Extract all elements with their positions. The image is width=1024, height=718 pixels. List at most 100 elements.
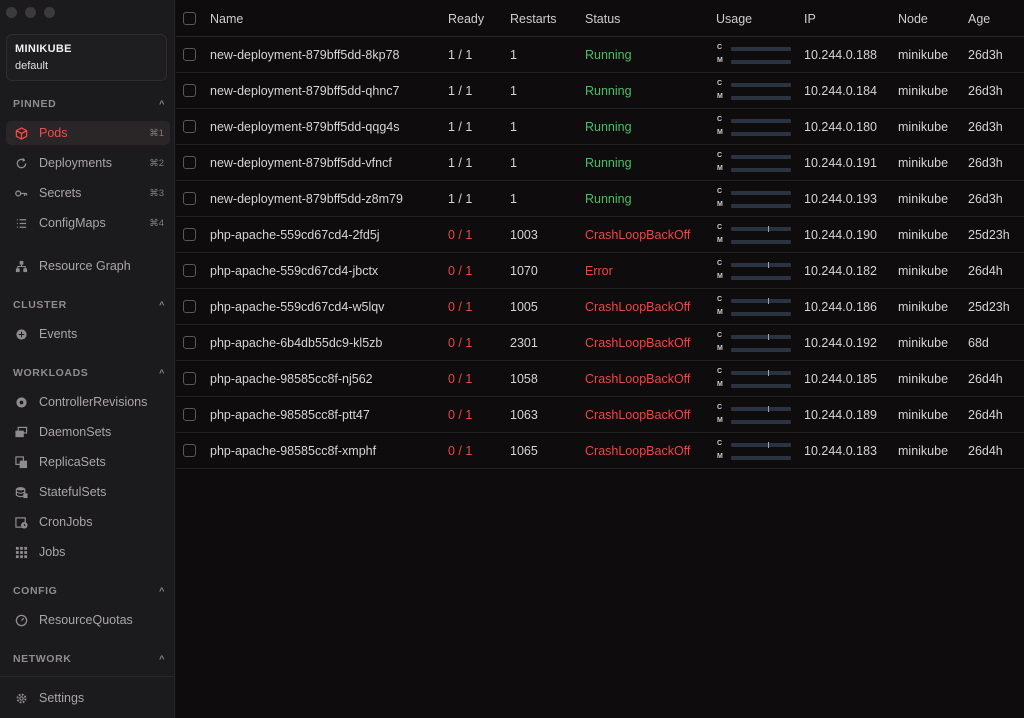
pod-ready: 1 / 1 bbox=[448, 84, 473, 98]
pod-age: 26d3h bbox=[968, 120, 1003, 134]
table-row[interactable]: php-apache-559cd67cd4-w5lqv 0 / 1 1005 Cras… bbox=[176, 289, 1024, 325]
table-row[interactable]: php-apache-98585cc8f-ptt47 0 / 1 1063 Crash… bbox=[176, 397, 1024, 433]
column-name[interactable]: Name bbox=[210, 12, 243, 26]
pod-name: new-deployment-879bff5dd-z8m79 bbox=[210, 192, 403, 206]
namespace-name: default bbox=[15, 60, 49, 72]
pod-name: new-deployment-879bff5dd-8kp78 bbox=[210, 48, 400, 62]
table-row[interactable]: php-apache-98585cc8f-nj562 0 / 1 1058 Crash… bbox=[176, 361, 1024, 397]
pod-ip: 10.244.0.193 bbox=[804, 192, 877, 206]
row-checkbox[interactable] bbox=[183, 336, 196, 349]
pod-ip: 10.244.0.186 bbox=[804, 300, 877, 314]
section-network[interactable]: NETWORK ^ bbox=[13, 653, 165, 665]
list-icon bbox=[14, 216, 28, 230]
row-checkbox[interactable] bbox=[183, 192, 196, 205]
column-ready[interactable]: Ready bbox=[448, 12, 484, 26]
cpu-usage-bar bbox=[731, 119, 791, 123]
cpu-label: C bbox=[717, 296, 723, 303]
column-node[interactable]: Node bbox=[898, 12, 928, 26]
sidebar-item-statefulsets[interactable]: StatefulSets bbox=[6, 480, 170, 504]
row-checkbox[interactable] bbox=[183, 120, 196, 133]
pod-node: minikube bbox=[898, 408, 949, 422]
cpu-usage-bar bbox=[731, 155, 791, 159]
sidebar-item-label: ConfigMaps bbox=[39, 216, 106, 230]
pod-status: Error bbox=[585, 264, 613, 278]
sidebar-item-controllerrevisions[interactable]: ControllerRevisions bbox=[6, 390, 170, 414]
usage-meter: CM bbox=[717, 404, 792, 426]
pod-restarts: 1 bbox=[510, 156, 517, 170]
sidebar-item-pods[interactable]: Pods ⌘1 bbox=[6, 121, 170, 145]
section-workloads[interactable]: WORKLOADS ^ bbox=[13, 367, 165, 379]
section-config[interactable]: CONFIG ^ bbox=[13, 585, 165, 597]
pod-restarts: 1063 bbox=[510, 408, 538, 422]
column-ip[interactable]: IP bbox=[804, 12, 816, 26]
pod-ready: 0 / 1 bbox=[448, 408, 473, 422]
table-row[interactable]: php-apache-6b4db55dc9-kl5zb 0 / 1 2301 Cras… bbox=[176, 325, 1024, 361]
shortcut-label: ⌘3 bbox=[149, 187, 164, 199]
sidebar-item-daemonsets[interactable]: DaemonSets bbox=[6, 420, 170, 444]
table-row[interactable]: new-deployment-879bff5dd-vfncf 1 / 1 1 Runn… bbox=[176, 145, 1024, 181]
memory-usage-bar bbox=[731, 276, 791, 280]
section-pinned[interactable]: PINNED ^ bbox=[13, 98, 165, 110]
zoom-window-button[interactable] bbox=[44, 7, 55, 18]
select-all-checkbox[interactable] bbox=[183, 12, 196, 25]
sidebar-item-label: Jobs bbox=[39, 545, 66, 559]
sidebar-item-label: StatefulSets bbox=[39, 485, 107, 499]
sidebar-item-deployments[interactable]: Deployments ⌘2 bbox=[6, 151, 170, 175]
gear-icon bbox=[14, 691, 28, 705]
sidebar-item-events[interactable]: Events bbox=[6, 322, 170, 346]
minimize-window-button[interactable] bbox=[25, 7, 36, 18]
section-cluster[interactable]: CLUSTER ^ bbox=[13, 299, 165, 311]
section-config-label: CONFIG bbox=[13, 585, 58, 597]
cpu-label: C bbox=[717, 80, 723, 87]
table-row[interactable]: php-apache-559cd67cd4-jbctx 0 / 1 1070 Erro… bbox=[176, 253, 1024, 289]
sidebar-item-secrets[interactable]: Secrets ⌘3 bbox=[6, 181, 170, 205]
pod-name: php-apache-98585cc8f-ptt47 bbox=[210, 408, 370, 422]
table-row[interactable]: new-deployment-879bff5dd-8kp78 1 / 1 1 Runn… bbox=[176, 37, 1024, 73]
controller-revision-icon bbox=[14, 395, 28, 409]
pod-ip: 10.244.0.183 bbox=[804, 444, 877, 458]
cpu-label: C bbox=[717, 332, 723, 339]
cluster-selector[interactable]: MINIKUBE default bbox=[6, 34, 167, 81]
row-checkbox[interactable] bbox=[183, 48, 196, 61]
column-restarts[interactable]: Restarts bbox=[510, 12, 557, 26]
row-checkbox[interactable] bbox=[183, 372, 196, 385]
sidebar-item-replicasets[interactable]: ReplicaSets bbox=[6, 450, 170, 474]
cpu-label: C bbox=[717, 404, 723, 411]
row-checkbox[interactable] bbox=[183, 408, 196, 421]
cpu-label: C bbox=[717, 224, 723, 231]
pod-ready: 0 / 1 bbox=[448, 228, 473, 242]
sidebar-item-resourcequotas[interactable]: ResourceQuotas bbox=[6, 608, 170, 632]
usage-meter: CM bbox=[717, 440, 792, 462]
table-row[interactable]: php-apache-559cd67cd4-2fd5j 0 / 1 1003 Cras… bbox=[176, 217, 1024, 253]
usage-meter: CM bbox=[717, 80, 792, 102]
sidebar-item-resource-graph[interactable]: Resource Graph bbox=[6, 254, 170, 278]
table-row[interactable]: new-deployment-879bff5dd-qqg4s 1 / 1 1 Runn… bbox=[176, 109, 1024, 145]
memory-label: M bbox=[717, 129, 723, 136]
sidebar-item-jobs[interactable]: Jobs bbox=[6, 540, 170, 564]
row-checkbox[interactable] bbox=[183, 444, 196, 457]
row-checkbox[interactable] bbox=[183, 300, 196, 313]
column-age[interactable]: Age bbox=[968, 12, 990, 26]
shortcut-label: ⌘1 bbox=[149, 127, 164, 139]
sidebar-item-cronjobs[interactable]: CronJobs bbox=[6, 510, 170, 534]
memory-label: M bbox=[717, 345, 723, 352]
table-row[interactable]: new-deployment-879bff5dd-z8m79 1 / 1 1 Runn… bbox=[176, 181, 1024, 217]
column-status[interactable]: Status bbox=[585, 12, 620, 26]
memory-usage-bar bbox=[731, 312, 791, 316]
pod-age: 25d23h bbox=[968, 228, 1010, 242]
row-checkbox[interactable] bbox=[183, 84, 196, 97]
row-checkbox[interactable] bbox=[183, 264, 196, 277]
sidebar-item-settings[interactable]: Settings bbox=[6, 686, 170, 710]
usage-meter: CM bbox=[717, 260, 792, 282]
pod-ready: 0 / 1 bbox=[448, 336, 473, 350]
sidebar-item-configmaps[interactable]: ConfigMaps ⌘4 bbox=[6, 211, 170, 235]
column-usage[interactable]: Usage bbox=[716, 12, 752, 26]
table-row[interactable]: new-deployment-879bff5dd-qhnc7 1 / 1 1 Runn… bbox=[176, 73, 1024, 109]
pod-node: minikube bbox=[898, 264, 949, 278]
row-checkbox[interactable] bbox=[183, 156, 196, 169]
row-checkbox[interactable] bbox=[183, 228, 196, 241]
table-row[interactable]: php-apache-98585cc8f-xmphf 0 / 1 1065 Crash… bbox=[176, 433, 1024, 469]
pod-ip: 10.244.0.180 bbox=[804, 120, 877, 134]
close-window-button[interactable] bbox=[6, 7, 17, 18]
chevron-up-icon: ^ bbox=[159, 300, 165, 310]
